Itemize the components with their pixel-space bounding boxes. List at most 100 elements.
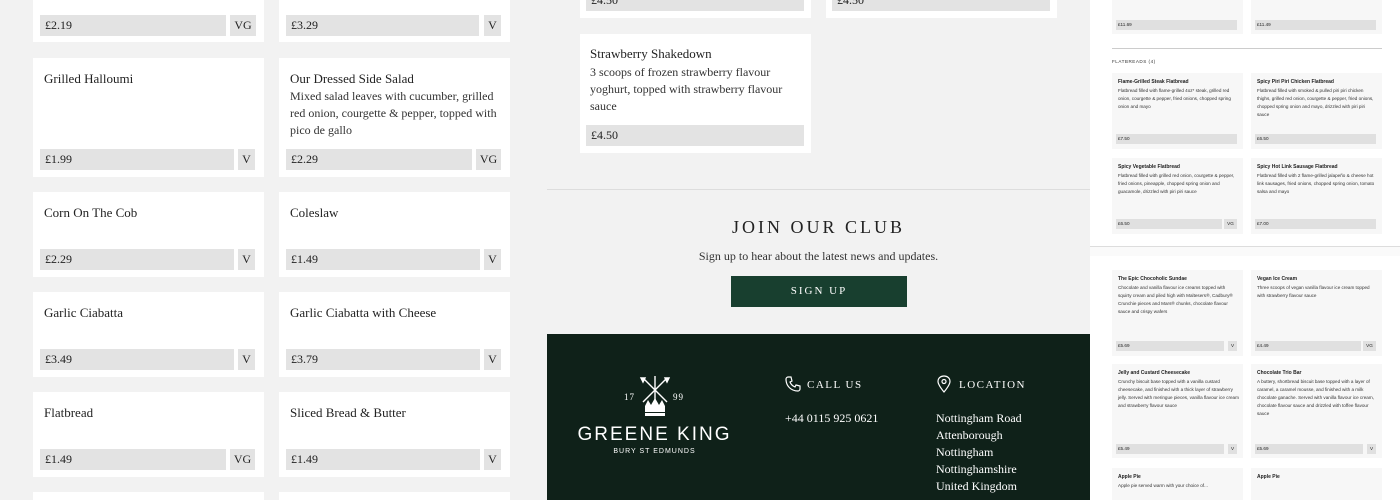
item-description: Mixed salad leaves with cucumber, grille…: [290, 89, 497, 137]
price-tag: £1.49: [286, 249, 480, 270]
menu-card[interactable]: Our Dressed Side Salad Mixed salad leave…: [279, 58, 510, 177]
crown-arrows-icon: [639, 376, 671, 416]
diet-badge: V: [484, 249, 501, 270]
menu-card[interactable]: Corn On The Cob £2.29 V: [33, 192, 264, 277]
item-name: Jelly and Custard Cheesecake: [1118, 370, 1190, 376]
item-name: Sliced Bread & Butter: [290, 405, 406, 420]
menu-card[interactable]: Flame-Grilled Steak Flatbread Flatbread …: [1112, 73, 1243, 149]
address-line: United Kingdom: [936, 479, 1017, 493]
site-footer: 17 99 GREENE KING BURY ST EDMUNDS CALL U…: [547, 334, 1090, 500]
item-name: Our Dressed Side Salad: [290, 71, 414, 86]
menu-card[interactable]: Apple Pie Apple pie served warm with you…: [1112, 468, 1243, 500]
diet-badge: V: [1367, 444, 1376, 454]
price-tag: £6.50: [1255, 134, 1376, 144]
price-tag: £1.99: [40, 149, 234, 170]
diet-badge: VG: [1224, 219, 1237, 229]
price-tag: £4.50: [586, 125, 804, 146]
price-tag: £6.50: [1116, 219, 1222, 229]
menu-card[interactable]: Strawberry Shakedown 3 scoops of frozen …: [580, 34, 811, 153]
diet-badge: VG: [230, 15, 256, 36]
item-name: Apple Pie: [1118, 474, 1141, 480]
club-title: JOIN OUR CLUB: [731, 217, 905, 237]
item-name: Spicy Vegetable Flatbread: [1118, 164, 1180, 170]
price-tag: £1.49: [286, 449, 480, 470]
item-description: Flatbread filled with smoked & pulled pi…: [1257, 88, 1374, 117]
price-tag: £5.49: [1116, 444, 1224, 454]
price-tag: £2.29: [40, 249, 234, 270]
diet-badge: V: [1228, 341, 1237, 351]
location-heading: LOCATION: [959, 379, 1026, 391]
greene-king-logo[interactable]: 17 99 GREENE KING BURY ST EDMUNDS: [577, 376, 732, 458]
price-tag: £3.29: [286, 15, 479, 36]
item-name: Flame-Grilled Steak Flatbread: [1118, 79, 1189, 85]
item-name: Spicy Piri Piri Chicken Flatbread: [1257, 79, 1334, 85]
address-line: Nottinghamshire: [936, 462, 1017, 476]
address-line: Nottingham: [936, 445, 994, 459]
menu-card[interactable]: Grilled Halloumi £1.99 V: [33, 58, 264, 177]
diet-badge: V: [1228, 444, 1237, 454]
menu-card[interactable]: £2.19 VG: [33, 0, 264, 42]
price-tag: £3.49: [40, 349, 234, 370]
divider: [1112, 48, 1382, 49]
diet-badge: VG: [476, 149, 501, 170]
section-heading-flatbreads: FLATBREADS (4): [1112, 59, 1156, 64]
menu-card[interactable]: Garlic Ciabatta £3.49 V: [33, 292, 264, 377]
left-menu-panel: £2.19 VG £3.29 V Grilled Halloumi £1.99 …: [0, 0, 547, 500]
price-tag: £1.49: [40, 449, 226, 470]
menu-card[interactable]: Spicy Piri Piri Chicken Flatbread Flatbr…: [1251, 73, 1382, 149]
price-tag: £2.29: [286, 149, 472, 170]
price-tag: £4.50: [832, 0, 1050, 11]
item-name: Vegan Ice Cream: [1257, 276, 1298, 282]
item-description: Crunchy biscuit base topped with a vanil…: [1118, 379, 1239, 408]
logo-brand: GREENE KING: [577, 424, 732, 445]
item-name: Apple Pie: [1257, 474, 1280, 480]
menu-card[interactable]: Vegan Ice Cream Three scoops of vegan va…: [1251, 270, 1382, 356]
logo-subtitle: BURY ST EDMUNDS: [613, 448, 696, 455]
item-description: Apple pie served warm with your choice o…: [1118, 483, 1208, 488]
price-tag: £4.49: [1255, 341, 1361, 351]
club-subtitle: Sign up to hear about the latest news an…: [698, 249, 939, 263]
location-pin-icon: [937, 375, 951, 393]
diet-badge: VG: [230, 449, 255, 470]
item-name: The Epic Chocoholic Sundae: [1118, 276, 1187, 282]
mid-panel: £4.50 £4.50 Strawberry Shakedown 3 scoop…: [547, 0, 1090, 500]
menu-card[interactable]: £4.50: [826, 0, 1057, 18]
item-description: 3 scoops of frozen strawberry flavour yo…: [590, 65, 783, 113]
menu-card[interactable]: Flatbread £1.49 VG: [33, 392, 264, 477]
menu-card[interactable]: Apple Pie: [1251, 468, 1382, 500]
diet-badge: V: [238, 149, 255, 170]
sign-up-button[interactable]: SIGN UP: [731, 276, 907, 307]
item-description: Flatbread filled with 2 flame-grilled ja…: [1257, 173, 1375, 194]
menu-card[interactable]: Chocolate Trio Bar A buttery, shortbread…: [1251, 364, 1382, 458]
menu-card[interactable]: Coleslaw £1.49 V: [279, 192, 510, 277]
item-name: Garlic Ciabatta: [44, 305, 124, 320]
item-description: Three scoops of vegan vanilla flavour ic…: [1257, 285, 1370, 298]
item-name: Spicy Hot Link Sausage Flatbread: [1257, 164, 1338, 170]
item-description: Flatbread filled with grilled red onion,…: [1118, 173, 1235, 194]
menu-card[interactable]: £11.69: [1112, 0, 1243, 34]
diet-badge: V: [484, 349, 501, 370]
phone-icon: [785, 376, 801, 392]
menu-card[interactable]: Garlic Ciabatta with Cheese £3.79 V: [279, 292, 510, 377]
menu-card[interactable]: Jelly and Custard Cheesecake Crunchy bis…: [1112, 364, 1243, 458]
diet-badge: V: [484, 15, 501, 36]
phone-number[interactable]: +44 0115 925 0621: [785, 410, 878, 427]
logo-year-right: 99: [673, 392, 684, 402]
menu-card[interactable]: Sliced Bread & Butter £1.49 V: [279, 392, 510, 477]
newsletter-section: JOIN OUR CLUB Sign up to hear about the …: [547, 189, 1090, 334]
menu-card[interactable]: The Epic Chocoholic Sundae Chocolate and…: [1112, 270, 1243, 356]
menu-card[interactable]: Spicy Vegetable Flatbread Flatbread fill…: [1112, 158, 1243, 234]
address-line: Attenborough: [936, 428, 1003, 442]
menu-card[interactable]: £3.29 V: [279, 0, 510, 42]
menu-card[interactable]: [279, 492, 510, 500]
diet-badge: VG: [1363, 341, 1376, 351]
menu-card[interactable]: Spicy Hot Link Sausage Flatbread Flatbre…: [1251, 158, 1382, 234]
price-tag: £11.69: [1116, 20, 1237, 30]
menu-card[interactable]: £4.50: [580, 0, 811, 18]
item-description: Chocolate and vanilla flavour ice creams…: [1118, 285, 1233, 314]
diet-badge: V: [238, 349, 255, 370]
menu-card[interactable]: [33, 492, 264, 500]
menu-card[interactable]: £11.49: [1251, 0, 1382, 34]
item-description: Flatbread filled with flame-grilled 4oz*…: [1118, 88, 1231, 109]
price-tag: £2.19: [40, 15, 226, 36]
